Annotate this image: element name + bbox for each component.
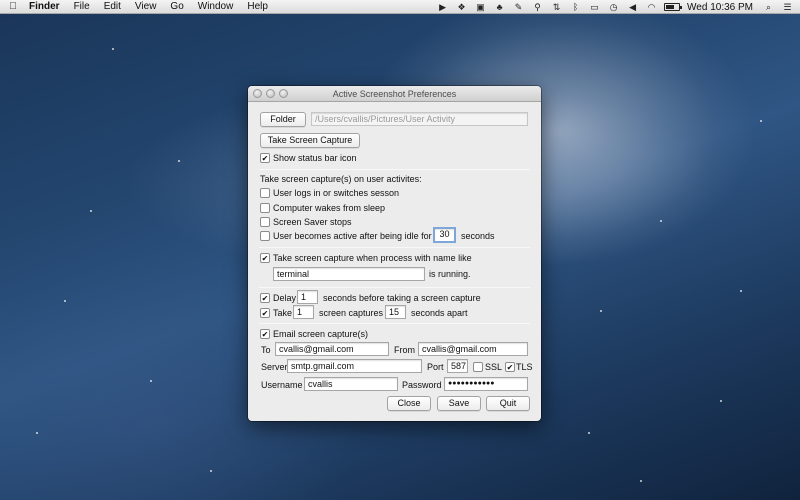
- save-button[interactable]: Save: [437, 396, 481, 411]
- window-title: Active Screenshot Preferences: [332, 89, 457, 99]
- search-icon[interactable]: ⌕: [762, 2, 775, 12]
- server-field[interactable]: smtp.gmail.com: [287, 359, 422, 373]
- delay-label: Delay: [273, 293, 297, 303]
- pen-icon[interactable]: ✎: [512, 2, 525, 12]
- list-icon[interactable]: ☰: [781, 2, 794, 12]
- process-capture-checkbox[interactable]: [260, 253, 270, 263]
- menu-window[interactable]: Window: [191, 1, 241, 12]
- dropbox-icon[interactable]: ❖: [455, 2, 468, 12]
- take-label: Take: [273, 308, 293, 318]
- folder-path-field: /Users/cvallis/Pictures/User Activity: [311, 112, 528, 126]
- menu-app-finder[interactable]: Finder: [22, 1, 67, 12]
- user-idle-label: User becomes active after being idle for: [273, 231, 432, 241]
- separator: [259, 247, 530, 248]
- menu-go[interactable]: Go: [163, 1, 190, 12]
- password-label: Password: [402, 380, 442, 390]
- capture-interval-field[interactable]: 15: [385, 305, 406, 319]
- user-idle-checkbox[interactable]: [260, 231, 270, 241]
- screen-captures-label: screen captures: [319, 308, 384, 318]
- window-icon[interactable]: ▣: [474, 2, 487, 12]
- screen-saver-stops-checkbox[interactable]: [260, 217, 270, 227]
- menu-help[interactable]: Help: [240, 1, 275, 12]
- battery-level: [666, 5, 674, 9]
- quit-button[interactable]: Quit: [486, 396, 530, 411]
- apple-menu-icon[interactable]: : [4, 1, 22, 12]
- to-email-field[interactable]: cvallis@gmail.com: [275, 342, 389, 356]
- screen-saver-stops-label: Screen Saver stops: [273, 217, 352, 227]
- show-status-bar-label: Show status bar icon: [273, 153, 357, 163]
- server-label: Server: [261, 362, 288, 372]
- process-capture-label: Take screen capture when process with na…: [273, 253, 472, 263]
- close-button[interactable]: Close: [387, 396, 431, 411]
- seconds-apart-label: seconds apart: [411, 308, 468, 318]
- volume-icon[interactable]: ◀: [626, 2, 639, 12]
- from-email-field[interactable]: cvallis@gmail.com: [418, 342, 528, 356]
- folder-button[interactable]: Folder: [260, 112, 306, 127]
- delay-seconds-field[interactable]: 1: [297, 290, 318, 304]
- process-name-field[interactable]: terminal: [273, 267, 425, 281]
- window-controls: [253, 89, 292, 98]
- username-label: Username: [261, 380, 303, 390]
- status-menus: ▶ ❖ ▣ ♣ ✎ ⚲ ⇅ ᛒ ▭ ◷ ◀ ◠ Wed 10:36 PM ⌕ ☰: [433, 0, 800, 14]
- port-label: Port: [427, 362, 444, 372]
- take-count-checkbox[interactable]: [260, 308, 270, 318]
- time-machine-icon[interactable]: ◷: [607, 2, 620, 12]
- screen-record-icon[interactable]: ▶: [436, 2, 449, 12]
- separator: [259, 169, 530, 170]
- ssl-label: SSL: [485, 362, 503, 372]
- port-field[interactable]: 587: [447, 359, 468, 373]
- bluetooth-icon[interactable]: ᛒ: [569, 2, 582, 12]
- wifi-icon[interactable]: ◠: [645, 2, 658, 12]
- to-label: To: [261, 345, 271, 355]
- computer-wakes-checkbox[interactable]: [260, 203, 270, 213]
- evernote-icon[interactable]: ♣: [493, 2, 506, 12]
- user-logs-in-label: User logs in or switches sesson: [273, 188, 400, 198]
- menu-file[interactable]: File: [67, 1, 97, 12]
- window-content: Folder /Users/cvallis/Pictures/User Acti…: [248, 102, 541, 421]
- computer-wakes-label: Computer wakes from sleep: [273, 203, 386, 213]
- menu-edit[interactable]: Edit: [97, 1, 128, 12]
- network-icon[interactable]: ⇅: [550, 2, 563, 12]
- user-logs-in-checkbox[interactable]: [260, 188, 270, 198]
- battery-icon[interactable]: [664, 3, 683, 11]
- flashlight-icon[interactable]: ⚲: [531, 2, 544, 12]
- window-titlebar[interactable]: Active Screenshot Preferences: [248, 86, 541, 102]
- separator: [259, 323, 530, 324]
- menu-bar:  Finder File Edit View Go Window Help ▶…: [0, 0, 800, 14]
- tls-checkbox[interactable]: [505, 362, 515, 372]
- minimize-window-icon[interactable]: [266, 89, 275, 98]
- menu-view[interactable]: View: [128, 1, 164, 12]
- tls-label: TLS: [516, 362, 533, 372]
- delay-suffix-label: seconds before taking a screen capture: [323, 293, 481, 303]
- take-screen-capture-button[interactable]: Take Screen Capture: [260, 133, 360, 148]
- capture-count-field[interactable]: 1: [293, 305, 314, 319]
- email-capture-checkbox[interactable]: [260, 329, 270, 339]
- close-window-icon[interactable]: [253, 89, 262, 98]
- process-suffix-label: is running.: [429, 269, 471, 279]
- username-field[interactable]: cvallis: [304, 377, 398, 391]
- idle-seconds-unit: seconds: [461, 231, 495, 241]
- from-label: From: [394, 345, 415, 355]
- idle-seconds-field[interactable]: 30: [433, 227, 456, 243]
- separator: [259, 287, 530, 288]
- preferences-window: Active Screenshot Preferences Folder /Us…: [248, 86, 541, 421]
- email-capture-label: Email screen capture(s): [273, 329, 369, 339]
- password-field[interactable]: ●●●●●●●●●●●: [444, 377, 528, 391]
- show-status-bar-checkbox[interactable]: [260, 153, 270, 163]
- delay-checkbox[interactable]: [260, 293, 270, 303]
- activities-heading: Take screen capture(s) on user activites…: [260, 174, 422, 184]
- zoom-window-icon[interactable]: [279, 89, 288, 98]
- screen-icon[interactable]: ▭: [588, 2, 601, 12]
- ssl-checkbox[interactable]: [473, 362, 483, 372]
- menu-clock[interactable]: Wed 10:36 PM: [687, 2, 753, 13]
